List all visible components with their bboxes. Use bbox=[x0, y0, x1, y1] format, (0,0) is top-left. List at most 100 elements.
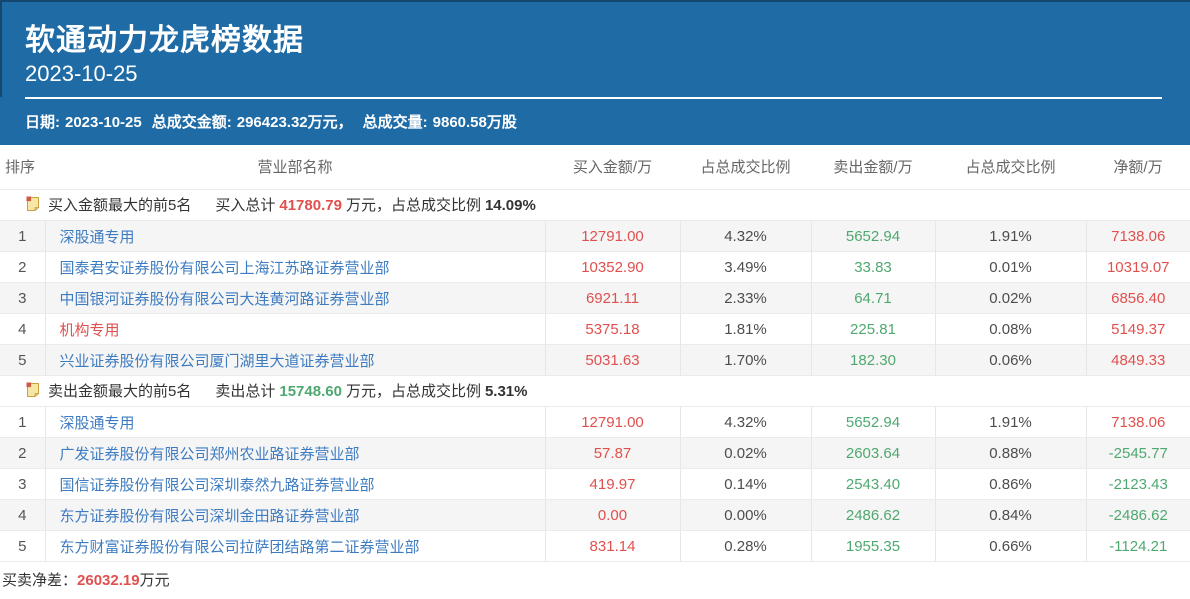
broker-name-link[interactable]: 兴业证券股份有限公司厦门湖里大道证券营业部 bbox=[44, 344, 545, 376]
col-header-buy-pct: 占总成交比例 bbox=[680, 144, 811, 190]
page-title: 软通动力龙虎榜数据 bbox=[25, 24, 304, 57]
buy-pct-cell: 4.32% bbox=[679, 406, 811, 438]
rank-cell: 3 bbox=[0, 468, 45, 500]
buy-pct-cell: 2.33% bbox=[679, 282, 811, 314]
rank-cell: 4 bbox=[0, 499, 45, 531]
footer-unit: 万元 bbox=[139, 572, 170, 589]
broker-name-link[interactable]: 东方证券股份有限公司深圳金田路证券营业部 bbox=[44, 499, 545, 531]
section-total-suffix: 万元，占总成交比例 bbox=[345, 197, 481, 214]
sell-pct-cell: 0.01% bbox=[934, 251, 1086, 283]
sell-amount-cell: 64.71 bbox=[810, 282, 935, 314]
buy-amount-cell: 12791.00 bbox=[544, 406, 680, 438]
col-header-broker: 营业部名称 bbox=[45, 144, 545, 190]
sell-pct-cell: 1.91% bbox=[934, 220, 1086, 252]
net-amount-cell: 7138.06 bbox=[1085, 406, 1190, 438]
sell-pct-cell: 0.86% bbox=[934, 468, 1086, 500]
table-row: 1 深股通专用 12791.00 4.32% 5652.94 1.91% 713… bbox=[0, 220, 1190, 252]
net-amount-cell: -2486.62 bbox=[1085, 499, 1190, 531]
broker-name-link[interactable]: 国泰君安证券股份有限公司上海江苏路证券营业部 bbox=[44, 251, 545, 283]
sell-pct-cell: 0.06% bbox=[934, 344, 1086, 376]
section-header-row: 买入金额最大的前5名 买入总计 41780.79 万元，占总成交比例 14.09% bbox=[0, 189, 1190, 221]
sell-pct-cell: 1.91% bbox=[934, 406, 1086, 438]
rank-cell: 3 bbox=[0, 282, 45, 314]
sell-amount-cell: 1955.35 bbox=[810, 530, 935, 562]
net-amount-cell: 4849.33 bbox=[1085, 344, 1190, 376]
summary-date-value: 2023-10-25 bbox=[65, 113, 142, 131]
table-row: 5 兴业证券股份有限公司厦门湖里大道证券营业部 5031.63 1.70% 18… bbox=[0, 344, 1190, 376]
table-row: 3 中国银河证券股份有限公司大连黄河路证券营业部 6921.11 2.33% 6… bbox=[0, 282, 1190, 314]
table-row: 2 国泰君安证券股份有限公司上海江苏路证券营业部 10352.90 3.49% … bbox=[0, 251, 1190, 283]
col-header-net: 净额/万 bbox=[1086, 144, 1190, 190]
section-total-label: 买入总计 bbox=[215, 197, 276, 214]
rank-cell: 1 bbox=[0, 406, 45, 438]
sell-amount-cell: 225.81 bbox=[810, 313, 935, 345]
sell-amount-cell: 2543.40 bbox=[810, 468, 935, 500]
summary-turnover-value: 296423.32万元， bbox=[236, 113, 353, 131]
buy-amount-cell: 5031.63 bbox=[544, 344, 680, 376]
broker-name-link[interactable]: 深股通专用 bbox=[44, 220, 545, 252]
broker-name-link[interactable]: 机构专用 bbox=[44, 313, 545, 345]
section-header-row: 卖出金额最大的前5名 卖出总计 15748.60 万元，占总成交比例 5.31% bbox=[0, 375, 1190, 407]
col-header-buy-amount: 买入金额/万 bbox=[545, 144, 680, 190]
buy-amount-cell: 0.00 bbox=[544, 499, 680, 531]
table-row: 1 深股通专用 12791.00 4.32% 5652.94 1.91% 713… bbox=[0, 406, 1190, 438]
net-amount-cell: 5149.37 bbox=[1085, 313, 1190, 345]
buy-pct-cell: 0.28% bbox=[679, 530, 811, 562]
net-amount-cell: 10319.07 bbox=[1085, 251, 1190, 283]
section-total-label: 卖出总计 bbox=[215, 383, 276, 400]
summary-date-label: 日期: bbox=[25, 113, 60, 131]
buy-amount-cell: 12791.00 bbox=[544, 220, 680, 252]
broker-name-link[interactable]: 深股通专用 bbox=[44, 406, 545, 438]
rank-cell: 2 bbox=[0, 251, 45, 283]
buy-pct-cell: 0.14% bbox=[679, 468, 811, 500]
buy-pct-cell: 3.49% bbox=[679, 251, 811, 283]
buy-amount-cell: 10352.90 bbox=[544, 251, 680, 283]
broker-name-link[interactable]: 广发证券股份有限公司郑州农业路证券营业部 bbox=[44, 437, 545, 469]
net-difference-footer: 买卖净差：26032.19万元 bbox=[0, 562, 1190, 599]
net-amount-cell: 7138.06 bbox=[1085, 220, 1190, 252]
buy-pct-cell: 0.02% bbox=[679, 437, 811, 469]
section-total-pct: 14.09% bbox=[484, 197, 536, 214]
table-row: 2 广发证券股份有限公司郑州农业路证券营业部 57.87 0.02% 2603.… bbox=[0, 437, 1190, 469]
buy-amount-cell: 419.97 bbox=[544, 468, 680, 500]
broker-name-link[interactable]: 中国银河证券股份有限公司大连黄河路证券营业部 bbox=[44, 282, 545, 314]
footer-value: 26032.19 bbox=[77, 572, 140, 589]
buy-pct-cell: 1.70% bbox=[679, 344, 811, 376]
section-total-value: 15748.60 bbox=[279, 383, 342, 400]
note-icon bbox=[26, 196, 40, 216]
lhb-table: 排序 营业部名称 买入金额/万 占总成交比例 卖出金额/万 占总成交比例 净额/… bbox=[0, 144, 1190, 562]
net-amount-cell: -1124.21 bbox=[1085, 530, 1190, 562]
buy-amount-cell: 5375.18 bbox=[544, 313, 680, 345]
rank-cell: 5 bbox=[0, 530, 45, 562]
section-title: 买入金额最大的前5名 bbox=[48, 197, 192, 214]
buy-amount-cell: 6921.11 bbox=[544, 282, 680, 314]
header-date: 2023-10-25 bbox=[25, 60, 138, 86]
section-title: 卖出金额最大的前5名 bbox=[48, 383, 192, 400]
col-header-sell-amount: 卖出金额/万 bbox=[811, 144, 935, 190]
buy-amount-cell: 831.14 bbox=[544, 530, 680, 562]
section-total-value: 41780.79 bbox=[279, 197, 342, 214]
buy-pct-cell: 0.00% bbox=[679, 499, 811, 531]
sell-amount-cell: 2603.64 bbox=[810, 437, 935, 469]
sell-amount-cell: 2486.62 bbox=[810, 499, 935, 531]
summary-volume-value: 9860.58万股 bbox=[432, 113, 517, 131]
rank-cell: 2 bbox=[0, 437, 45, 469]
sell-pct-cell: 0.84% bbox=[934, 499, 1086, 531]
sell-amount-cell: 5652.94 bbox=[810, 220, 935, 252]
col-header-rank: 排序 bbox=[0, 144, 45, 190]
broker-name-link[interactable]: 东方财富证券股份有限公司拉萨团结路第二证券营业部 bbox=[44, 530, 545, 562]
table-row: 4 东方证券股份有限公司深圳金田路证券营业部 0.00 0.00% 2486.6… bbox=[0, 499, 1190, 531]
buy-pct-cell: 4.32% bbox=[679, 220, 811, 252]
section-total-suffix: 万元，占总成交比例 bbox=[345, 383, 481, 400]
table-header: 排序 营业部名称 买入金额/万 占总成交比例 卖出金额/万 占总成交比例 净额/… bbox=[0, 144, 1190, 190]
summary-turnover-label: 总成交金额: bbox=[151, 113, 232, 131]
buy-pct-cell: 1.81% bbox=[679, 313, 811, 345]
note-icon bbox=[26, 382, 40, 402]
sell-pct-cell: 0.66% bbox=[934, 530, 1086, 562]
rank-cell: 5 bbox=[0, 344, 45, 376]
section-total-pct: 5.31% bbox=[484, 383, 528, 400]
broker-name-link[interactable]: 国信证券股份有限公司深圳泰然九路证券营业部 bbox=[44, 468, 545, 500]
net-amount-cell: -2545.77 bbox=[1085, 437, 1190, 469]
table-row: 3 国信证券股份有限公司深圳泰然九路证券营业部 419.97 0.14% 254… bbox=[0, 468, 1190, 500]
table-row: 4 机构专用 5375.18 1.81% 225.81 0.08% 5149.3… bbox=[0, 313, 1190, 345]
